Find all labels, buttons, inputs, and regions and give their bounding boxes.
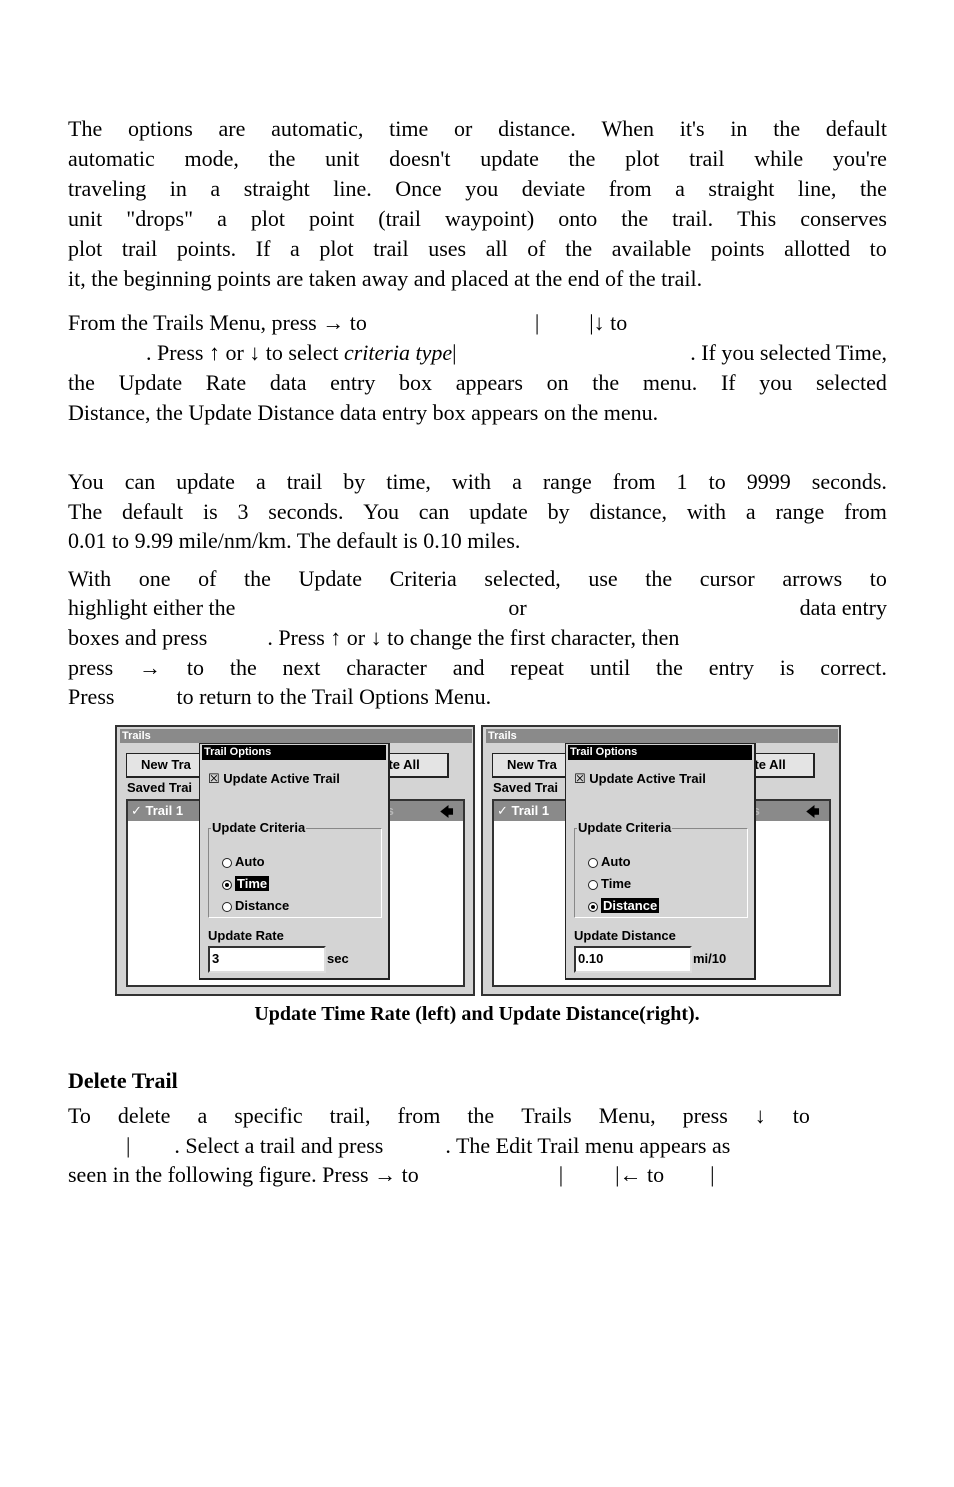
para4-line1: With one of the Update Criteria selected, use th…	[68, 566, 887, 591]
radio-icon	[588, 879, 598, 890]
para1-line: unit "drops" a plot point (trail waypoint) onto…	[68, 206, 887, 231]
saved-trails-label: Saved Trai	[127, 780, 193, 795]
para1-line: automatic mode, the unit doesn't update the plo…	[68, 146, 887, 171]
saved-trails-label: Saved Trai	[493, 780, 559, 795]
para5-line3: seen in the following figure. Press → to…	[68, 1162, 715, 1187]
arrow-left-icon: 🡄	[806, 804, 820, 819]
field-label: Update Distance	[574, 928, 676, 943]
new-trail-button[interactable]: New Tra	[507, 757, 557, 772]
para2-line2: . Press ↑ or ↓ to select criteria type|.…	[146, 340, 887, 365]
trail-options-popup: Trail Options ☒ Update Active Trail Upda…	[199, 743, 390, 980]
radio-icon	[588, 857, 598, 868]
unit-label: sec	[327, 951, 349, 966]
trails-title-bar: Trails	[120, 729, 472, 743]
para5-line2: |. Select a trail and press. The Edit Tr…	[126, 1133, 731, 1158]
trail-options-popup: Trail Options ☒ Update Active Trail Upda…	[565, 743, 756, 980]
radio-label: Auto	[235, 854, 265, 869]
manual-page: From the Trails Menu, press → to | |↓ to .…	[0, 0, 954, 1487]
trail-name: ✓ Trail 1	[131, 803, 184, 818]
trails-title-bar: Trails	[486, 729, 838, 743]
popup-title: Trail Options	[202, 745, 386, 760]
arrow-left-icon: 🡄	[440, 804, 454, 819]
para2-line4: Distance, the Update Distance data entry…	[68, 400, 659, 425]
popup-title: Trail Options	[568, 745, 752, 760]
para4-line5: Press to return to the Trail Options Menu…	[68, 684, 492, 709]
para4-line2: highlight either the or data entry	[68, 595, 887, 620]
para1-line: The options are automatic, time or distance. Wh…	[68, 116, 887, 141]
para3-line: The default is 3 seconds. You can update by dista…	[68, 498, 887, 524]
radio-distance[interactable]: Distance	[588, 898, 660, 913]
radio-icon	[588, 901, 598, 912]
radio-label: Time	[601, 876, 632, 891]
para1-line: traveling in a straight line. Once you deviate f…	[68, 176, 887, 201]
para4-line3: boxes and press. Press ↑ or ↓ to change …	[68, 625, 680, 650]
input-value: 3	[212, 951, 220, 966]
radio-label: Distance	[235, 898, 290, 913]
update-active-trail-checkbox[interactable]: ☒ Update Active Trail	[574, 771, 706, 787]
new-trail-button[interactable]: New Tra	[141, 757, 191, 772]
update-active-trail-checkbox[interactable]: ☒ Update Active Trail	[208, 771, 340, 787]
trail-name: ✓ Trail 1	[497, 803, 550, 818]
radio-time[interactable]: Time	[222, 876, 270, 891]
radio-icon	[222, 879, 232, 890]
para1-line: it, the beginning points are taken away …	[68, 266, 703, 291]
radio-label: Time	[235, 876, 270, 891]
radio-label: Distance	[601, 898, 660, 913]
update-value-input[interactable]: 3	[208, 946, 326, 973]
update-criteria-label: Update Criteria	[211, 820, 307, 835]
para5-line1: To delete a specific trail, from the Trails Menu…	[68, 1103, 810, 1128]
para2-line1: From the Trails Menu, press → to | |↓ to	[68, 310, 628, 335]
update-value-input[interactable]: 0.10	[574, 946, 692, 973]
para3-line: 0.01 to 9.99 mile/nm/km. The default is …	[68, 528, 521, 553]
radio-auto[interactable]: Auto	[588, 854, 631, 869]
para3-line: You can update a trail by time, with a range from 1…	[68, 469, 887, 494]
para4-line4: press → to the next character and repeat until th…	[68, 655, 887, 680]
radio-label: Auto	[601, 854, 631, 869]
radio-icon	[222, 857, 232, 868]
unit-label: mi/10	[693, 951, 727, 966]
section-heading: Delete Trail	[68, 1068, 178, 1093]
radio-distance[interactable]: Distance	[222, 898, 289, 913]
figure-caption: Update Time Rate (left) and Update Dista…	[254, 1003, 700, 1025]
radio-auto[interactable]: Auto	[222, 854, 265, 869]
field-label: Update Rate	[208, 928, 284, 943]
radio-time[interactable]: Time	[588, 876, 631, 891]
update-criteria-label: Update Criteria	[577, 820, 673, 835]
para1-line: plot trail points. If a plot trail uses all of the…	[68, 236, 887, 261]
radio-icon	[222, 901, 232, 912]
para2-line3: the Update Rate data entry box appears on the men…	[68, 370, 887, 395]
trails-screen-0: Trails New Tra Options Delete All Saved …	[115, 725, 475, 996]
input-value: 0.10	[578, 951, 604, 966]
trails-screen-1: Trails New Tra Options Delete All Saved …	[481, 725, 841, 996]
